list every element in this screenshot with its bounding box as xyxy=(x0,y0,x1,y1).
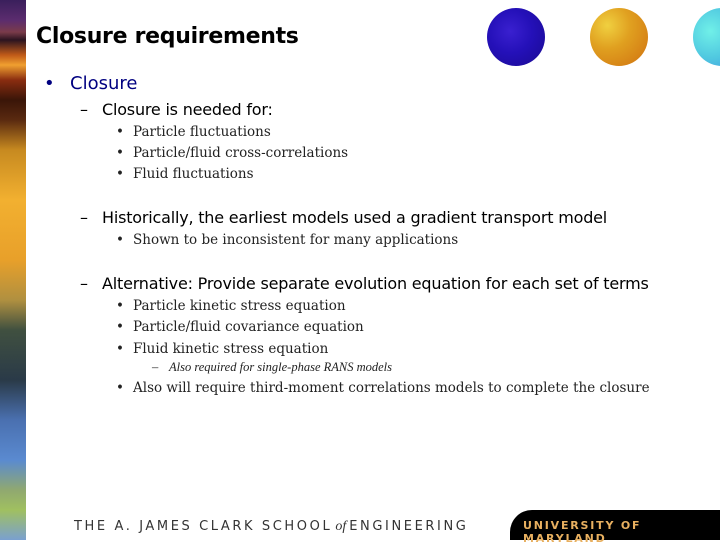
list-item: • Fluid kinetic stress equation xyxy=(116,341,328,357)
list-item: • Particle/fluid cross-correlations xyxy=(116,145,348,161)
university-name: UNIVERSITY OF MARYLAND xyxy=(523,519,642,545)
bullet-icon: • xyxy=(116,319,124,335)
blue-sphere-icon xyxy=(487,8,545,66)
bullet-icon: • xyxy=(116,380,124,396)
section-text: Alternative: Provide separate evolution … xyxy=(102,274,649,293)
bullet-icon: • xyxy=(116,298,124,314)
item-text: Fluid kinetic stress equation xyxy=(133,341,329,357)
school-prefix: THE A. JAMES CLARK SCHOOL xyxy=(74,519,333,534)
item-text: Particle fluctuations xyxy=(133,124,271,140)
item-text: Fluid fluctuations xyxy=(133,166,254,182)
list-item: • Also will require third-moment correlat… xyxy=(116,380,650,396)
slide-title: Closure requirements xyxy=(36,24,299,49)
school-of: of xyxy=(335,519,347,534)
orange-sphere-icon xyxy=(590,8,648,66)
section-alternative: – Alternative: Provide separate evolution… xyxy=(80,274,649,293)
dash-icon: – xyxy=(80,208,88,227)
bullet-closure: • Closure xyxy=(44,73,137,94)
bullet-icon: • xyxy=(116,232,124,248)
item-text: Shown to be inconsistent for many applic… xyxy=(133,232,459,248)
bullet-icon: • xyxy=(116,124,124,140)
bullet-icon: • xyxy=(116,145,124,161)
item-text: Particle kinetic stress equation xyxy=(133,298,346,314)
school-suffix: ENGINEERING xyxy=(349,519,469,534)
list-item: • Shown to be inconsistent for many appli… xyxy=(116,232,458,248)
sub-note: – Also required for single-phase RANS mod… xyxy=(152,360,392,375)
decorative-sidebar-image xyxy=(0,0,26,540)
dash-icon: – xyxy=(80,274,88,293)
item-text: Particle/fluid cross-correlations xyxy=(133,145,349,161)
bullet-icon: • xyxy=(116,166,124,182)
bullet-icon: • xyxy=(44,73,55,94)
bullet-text: Closure xyxy=(70,73,138,94)
list-item: • Fluid fluctuations xyxy=(116,166,254,182)
item-text: Also will require third-moment correlati… xyxy=(133,380,650,396)
list-item: • Particle kinetic stress equation xyxy=(116,298,346,314)
dash-icon: – xyxy=(152,360,159,374)
list-item: • Particle/fluid covariance equation xyxy=(116,319,364,335)
section-closure-needed: – Closure is needed for: xyxy=(80,100,273,119)
bullet-icon: • xyxy=(116,341,124,357)
section-text: Closure is needed for: xyxy=(102,100,273,119)
item-text: Particle/fluid covariance equation xyxy=(133,319,364,335)
dash-icon: – xyxy=(80,100,88,119)
section-historically: – Historically, the earliest models used … xyxy=(80,208,607,227)
school-name: THE A. JAMES CLARK SCHOOL of ENGINEERING xyxy=(74,519,468,535)
sub-note-text: Also required for single-phase RANS mode… xyxy=(169,360,393,374)
cyan-sphere-icon xyxy=(693,8,720,66)
list-item: • Particle fluctuations xyxy=(116,124,271,140)
section-text: Historically, the earliest models used a… xyxy=(102,208,608,227)
